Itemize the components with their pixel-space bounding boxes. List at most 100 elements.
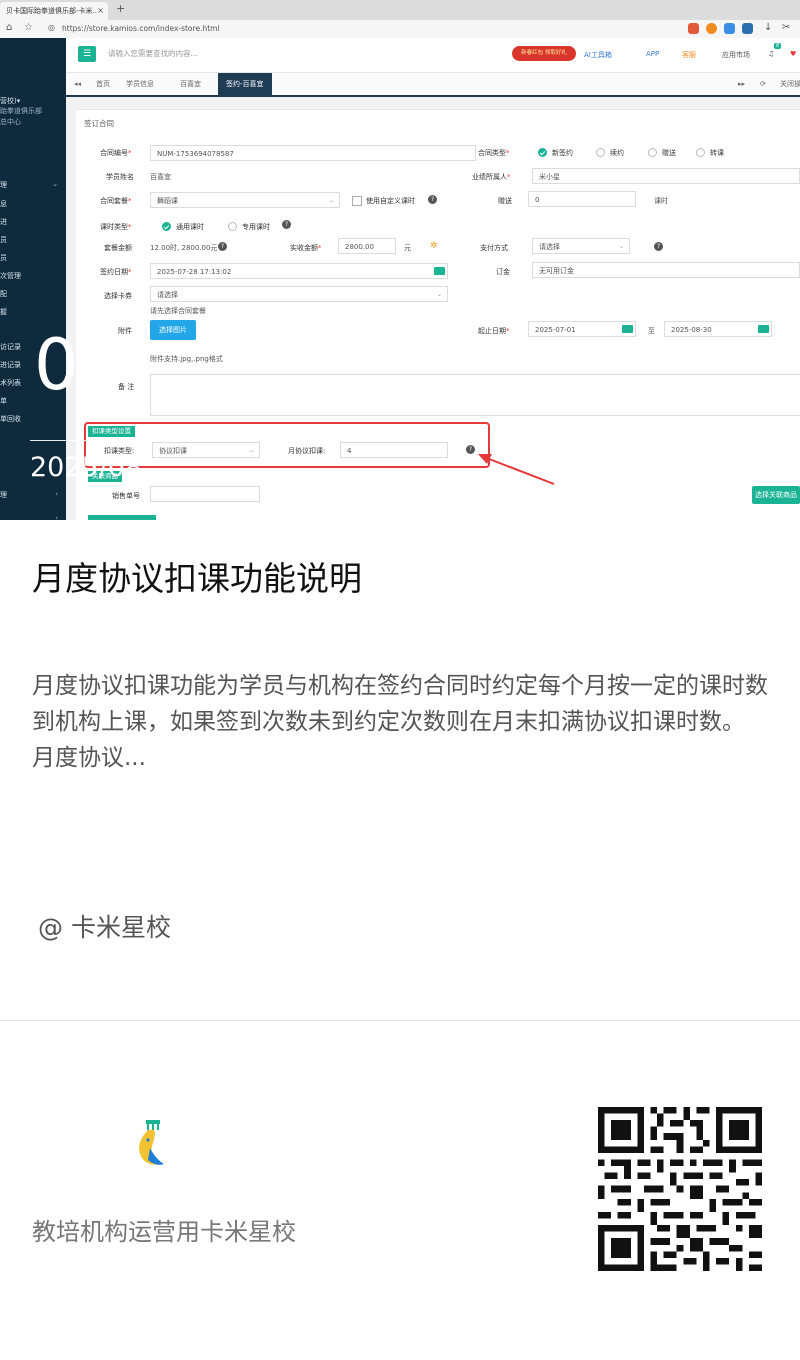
tab-student-info[interactable]: 学员信息	[126, 73, 154, 95]
paid-unit: 元	[404, 244, 411, 252]
custom-hours-checkbox[interactable]	[352, 196, 362, 206]
sidebar-item[interactable]: 进记录	[0, 360, 21, 370]
article-author: @ 卡米星校	[38, 913, 171, 942]
tab-student[interactable]: 百喜宜	[180, 73, 201, 95]
sidebar-item[interactable]: 单回收	[0, 414, 21, 424]
download-icon[interactable]: ↓	[764, 22, 772, 33]
deposit-field[interactable]: 无可用订金	[532, 262, 800, 278]
card-title: 签订合同	[84, 119, 114, 128]
close-tabs-button[interactable]: 关闭操作	[780, 73, 800, 95]
extension-icon[interactable]	[706, 23, 717, 34]
tab-back-icon[interactable]: ◂◂	[74, 73, 81, 95]
package-select[interactable]: 舞蹈课 ⌄	[150, 192, 340, 208]
help-icon[interactable]: ?	[282, 220, 291, 229]
radio-label: 续约	[610, 149, 624, 157]
sign-date-value: 2025-07-28 17:13:02	[157, 268, 232, 276]
payment-select[interactable]: 请选择 ⌄	[532, 238, 630, 254]
radio-label: 转课	[710, 149, 724, 157]
choose-image-button[interactable]: 选择图片	[150, 320, 196, 340]
chevron-left-icon: ‹	[55, 490, 58, 498]
radio-label: 专用课时	[242, 223, 270, 231]
sidebar-item[interactable]: 进	[0, 217, 7, 227]
contract-no-field[interactable]: NUM-1753694078587	[150, 145, 476, 161]
refresh-icon[interactable]: ⟳	[760, 73, 766, 95]
ai-toolbox-link[interactable]: AI工具箱	[584, 50, 612, 60]
sign-date-field[interactable]: 2025-07-28 17:13:02	[150, 263, 448, 279]
custom-hours-label: 使用自定义课时	[366, 197, 415, 205]
browser-tabstrip: 贝卡国际跆拳道俱乐部-卡米.. × +	[0, 0, 800, 20]
tab-home[interactable]: 首页	[96, 73, 110, 95]
select-product-button[interactable]: 选择关联商品	[752, 486, 800, 504]
extension-icon[interactable]	[724, 23, 735, 34]
highlight-box	[84, 422, 490, 468]
gift-field[interactable]: 0	[528, 191, 636, 207]
label-text: 签约日期	[100, 268, 128, 276]
remark-textarea[interactable]	[150, 374, 800, 416]
menu-toggle-button[interactable]: ☰	[78, 46, 96, 62]
home-icon[interactable]: ⌂	[6, 22, 12, 33]
camera-icon[interactable]	[742, 23, 753, 34]
browser-tab[interactable]: 贝卡国际跆拳道俱乐部-卡米.. ×	[0, 2, 108, 20]
calendar-icon[interactable]	[758, 325, 769, 333]
card-select[interactable]: 请选择 ⌄	[150, 286, 448, 302]
org-name[interactable]: 营校)▾	[0, 96, 20, 106]
service-link[interactable]: 客服	[682, 50, 696, 60]
end-date-value: 2025-08-30	[671, 326, 712, 334]
settings-icon[interactable]: ✲	[430, 241, 438, 251]
start-date-label: 起止日期*	[478, 327, 510, 335]
promo-banner[interactable]: 新春红包 领取好礼	[512, 46, 576, 61]
extension-icon[interactable]	[688, 23, 699, 34]
close-icon[interactable]: ×	[97, 2, 104, 20]
label-text: 合同套餐	[100, 197, 128, 205]
paid-field[interactable]: 2800.00	[338, 238, 396, 254]
help-icon[interactable]: ?	[428, 195, 437, 204]
sidebar-item[interactable]: 单	[0, 396, 7, 406]
radio-new-contract[interactable]	[538, 148, 547, 157]
sidebar-item[interactable]: 握	[0, 307, 7, 317]
package-amount-label: 套餐金额	[104, 244, 132, 252]
radio-special-hours[interactable]	[228, 222, 237, 231]
help-icon[interactable]: ?	[218, 242, 227, 251]
app-link[interactable]: APP	[646, 50, 659, 58]
sidebar-item[interactable]: 术列表	[0, 378, 21, 388]
app-market-link[interactable]: 应用市场	[722, 50, 750, 60]
scissors-icon[interactable]: ✂	[782, 22, 790, 33]
radio-general-hours[interactable]	[162, 222, 171, 231]
start-date-field[interactable]: 2025-07-01	[528, 321, 636, 337]
sidebar-item[interactable]: 员	[0, 253, 7, 263]
sidebar-item[interactable]: 访记录	[0, 342, 21, 352]
divider	[0, 1020, 800, 1021]
label-text: 课时类型	[100, 223, 128, 231]
owner-field[interactable]: 米小星	[532, 168, 800, 184]
radio-transfer[interactable]	[696, 148, 705, 157]
sidebar-item[interactable]: 息	[0, 199, 7, 209]
attach-hint: 附件支持.jpg,.png格式	[150, 355, 223, 363]
bell-icon[interactable]: ♫	[768, 50, 774, 58]
sidebar-item[interactable]: 理	[0, 180, 7, 190]
sidebar-item[interactable]: 次管理	[0, 271, 21, 281]
sidebar-item[interactable]: 配	[0, 289, 7, 299]
article-title: 月度协议扣课功能说明	[32, 559, 362, 598]
notification-badge: 8	[774, 43, 782, 49]
sales-no-field[interactable]	[150, 486, 260, 502]
star-icon[interactable]: ☆	[24, 22, 33, 33]
chevron-down-icon: ⌄	[328, 197, 334, 204]
end-date-field[interactable]: 2025-08-30	[664, 321, 772, 337]
package-value: 舞蹈课	[157, 197, 178, 205]
search-input[interactable]: 请输入您需要查找的内容...	[108, 48, 198, 59]
sidebar-item[interactable]: 理	[0, 490, 7, 500]
sidebar-item[interactable]: 员	[0, 235, 7, 245]
radio-renew[interactable]	[596, 148, 605, 157]
heart-icon[interactable]: ♥	[790, 50, 796, 58]
org-center: 总中心	[0, 118, 21, 126]
calendar-icon[interactable]	[434, 267, 445, 275]
radio-gift[interactable]	[648, 148, 657, 157]
calendar-icon[interactable]	[622, 325, 633, 333]
help-icon[interactable]: ?	[654, 242, 663, 251]
tab-contract[interactable]: 签约-百喜宜	[218, 73, 272, 95]
tab-forward-icon[interactable]: ▸▸	[738, 73, 745, 95]
url-text[interactable]: https://store.kamios.com/index-store.htm…	[62, 20, 220, 38]
browser-tab-title: 贝卡国际跆拳道俱乐部-卡米..	[6, 7, 97, 15]
new-tab-icon[interactable]: +	[116, 2, 125, 15]
chevron-down-icon: ⌄	[618, 243, 624, 250]
